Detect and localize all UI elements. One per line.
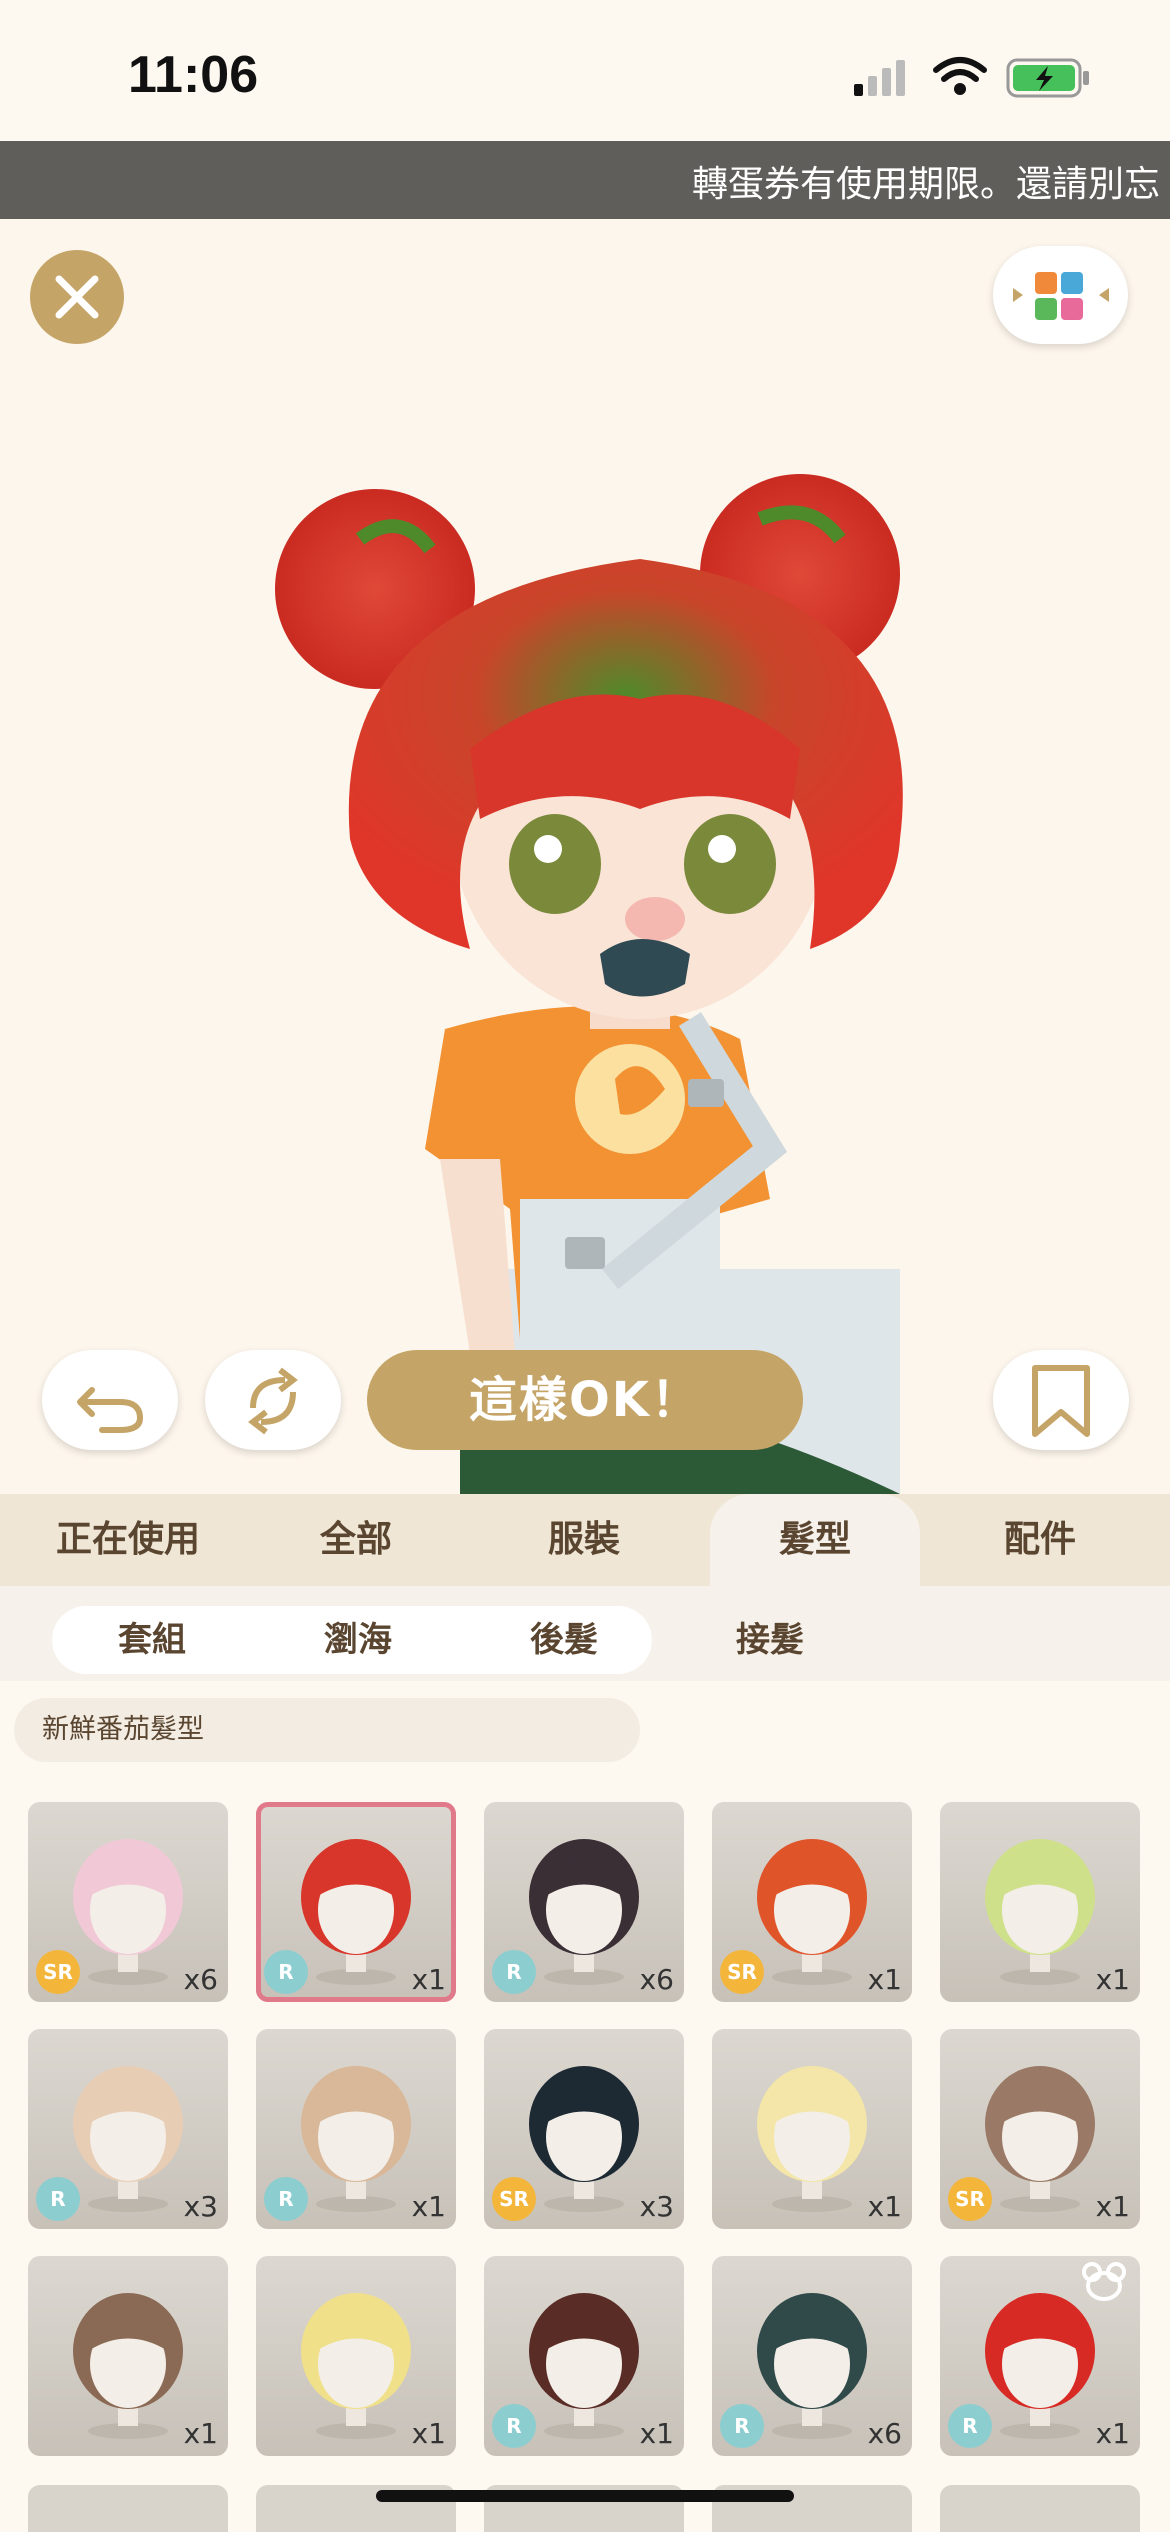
item-tile-partial[interactable]	[28, 2485, 228, 2532]
subcategory-tabs: 套組 瀏海 後髮 接髮	[0, 1586, 1170, 1681]
save-outfit-button[interactable]	[993, 1350, 1129, 1450]
rarity-badge: SR	[492, 2177, 536, 2221]
battery-icon	[1006, 58, 1089, 98]
item-quantity: x1	[411, 1963, 446, 1996]
item-quantity: x3	[639, 2190, 674, 2223]
item-quantity: x1	[183, 2417, 218, 2450]
subtab-extensions[interactable]: 接髮	[670, 1606, 870, 1674]
status-bar: 11:06	[0, 0, 1170, 140]
refresh-icon	[248, 1367, 298, 1435]
bear-icon	[1080, 2262, 1128, 2302]
avatar-preview	[0, 219, 1170, 1494]
item-tile-partial[interactable]	[940, 2485, 1140, 2532]
item-quantity: x6	[639, 1963, 674, 1996]
hair-item-tile[interactable]: x1	[712, 2029, 912, 2229]
rarity-badge: R	[720, 2404, 764, 2448]
confirm-button[interactable]: 這樣OK！	[367, 1350, 803, 1450]
item-quantity: x6	[183, 1963, 218, 1996]
hair-item-tile[interactable]: SR x1	[940, 2029, 1140, 2229]
item-quantity: x1	[867, 1963, 902, 1996]
tab-clothing[interactable]: 服裝	[484, 1494, 684, 1586]
bookmark-icon	[1032, 1365, 1090, 1437]
hair-item-tile[interactable]: SR x6	[28, 1802, 228, 2002]
rarity-badge: R	[492, 2404, 536, 2448]
tab-all[interactable]: 全部	[256, 1494, 456, 1586]
rarity-badge: R	[36, 2177, 80, 2221]
rarity-badge: SR	[720, 1950, 764, 1994]
avatar-character	[275, 474, 903, 1494]
rarity-badge: R	[264, 1950, 308, 1994]
hair-item-tile[interactable]: Rx1	[256, 2029, 456, 2229]
close-icon	[55, 275, 99, 319]
hair-item-tile[interactable]: x1	[28, 2256, 228, 2456]
rarity-badge: R	[948, 2404, 992, 2448]
item-quantity: x1	[1095, 2417, 1130, 2450]
item-quantity: x1	[639, 2417, 674, 2450]
hair-item-tile[interactable]: x1	[940, 1802, 1140, 2002]
hair-item-tile[interactable]: Rx3	[28, 2029, 228, 2229]
close-button[interactable]	[30, 250, 124, 344]
palette-button[interactable]	[993, 246, 1128, 344]
item-quantity: x3	[183, 2190, 218, 2223]
category-tabs: 正在使用 全部 服裝 髮型 配件	[0, 1494, 1170, 1586]
hair-item-tile[interactable]: Rx1	[256, 1802, 456, 2002]
tab-current[interactable]: 正在使用	[28, 1494, 228, 1586]
palette-icon	[1013, 272, 1109, 320]
hair-item-tile[interactable]: Rx1	[484, 2256, 684, 2456]
item-quantity: x6	[867, 2417, 902, 2450]
hair-item-tile[interactable]: SR x1	[712, 1802, 912, 2002]
signal-icon	[854, 60, 905, 96]
undo-icon	[77, 1387, 144, 1433]
hair-item-tile[interactable]: Rx6	[484, 1802, 684, 2002]
subtab-set[interactable]: 套組	[52, 1606, 252, 1674]
item-quantity: x1	[867, 2190, 902, 2223]
set-name-label: 新鮮番茄髮型	[14, 1698, 640, 1762]
hair-item-tile[interactable]: x1	[256, 2256, 456, 2456]
rarity-badge: R	[492, 1950, 536, 1994]
item-quantity: x1	[1095, 1963, 1130, 1996]
hair-item-tile[interactable]: SR x3	[484, 2029, 684, 2229]
rarity-badge: R	[264, 2177, 308, 2221]
tab-accessories[interactable]: 配件	[940, 1494, 1140, 1586]
item-quantity: x1	[411, 2417, 446, 2450]
subtab-back-hair[interactable]: 後髮	[464, 1606, 664, 1674]
tab-hairstyle[interactable]: 髮型	[710, 1494, 920, 1586]
rarity-badge: SR	[948, 2177, 992, 2221]
rarity-badge: SR	[36, 1950, 80, 1994]
ticker-text: 轉蛋券有使用期限。還請別忘	[692, 164, 1161, 205]
item-quantity: x1	[1095, 2190, 1130, 2223]
randomize-button[interactable]	[205, 1350, 341, 1450]
wifi-icon	[933, 57, 987, 95]
home-indicator[interactable]	[376, 2490, 794, 2502]
notice-ticker: 轉蛋券有使用期限。還請別忘	[0, 141, 1170, 219]
item-quantity: x1	[411, 2190, 446, 2223]
status-time: 11:06	[128, 46, 259, 104]
hair-item-tile[interactable]: Rx6	[712, 2256, 912, 2456]
subtab-bangs[interactable]: 瀏海	[258, 1606, 458, 1674]
undo-button[interactable]	[42, 1350, 178, 1450]
